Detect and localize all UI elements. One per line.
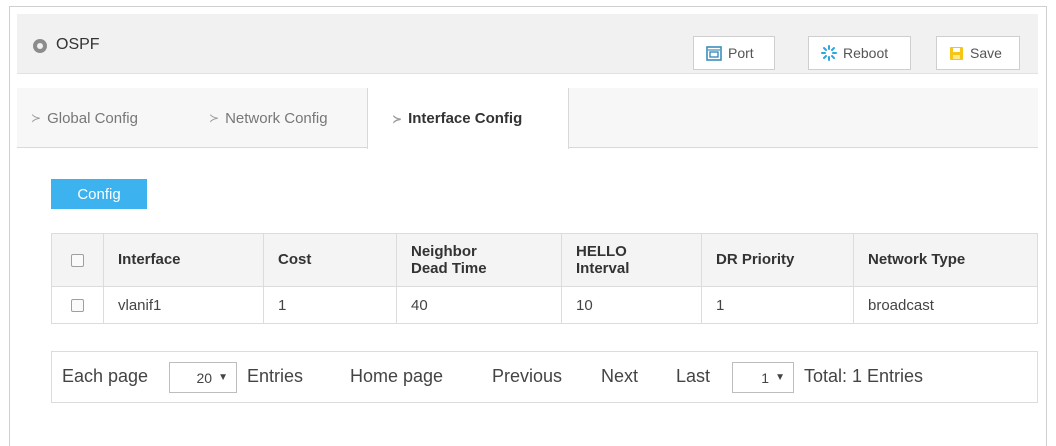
select-all-cell [51,233,104,287]
tab-label: Interface Config [408,110,523,127]
save-button-label: Save [970,45,1002,61]
page-size-select[interactable]: 20 ▼ [169,362,237,393]
dropdown-arrow-icon: ▼ [218,372,228,383]
chevron-right-icon: ≻ [392,111,403,126]
select-all-checkbox[interactable] [71,253,84,267]
total-entries-label: Total: 1 Entries [804,366,924,386]
column-header-network-type: Network Type [853,233,1038,287]
column-header-interface: Interface [103,233,264,287]
cell-dr-priority: 1 [701,286,854,324]
column-header-label: Neighbor Dead Time [411,242,487,277]
cell-cost: 1 [263,286,397,324]
reboot-button[interactable]: Reboot [808,36,911,70]
column-header-label: HELLO Interval [576,242,630,277]
table-header-row: Interface Cost Neighbor Dead Time HELLO … [51,233,1038,287]
column-header-cost: Cost [263,233,397,287]
row-select-cell [51,286,104,324]
page-number-value: 1 [761,369,770,386]
page-number-select[interactable]: 1 ▼ [732,362,794,393]
cell-interface: vlanif1 [103,286,264,324]
dropdown-arrow-icon: ▼ [775,372,785,383]
save-button[interactable]: Save [936,36,1020,70]
reboot-icon [821,45,837,61]
entries-label: Entries [247,366,304,386]
last-link[interactable]: Last [676,366,710,387]
title-bar: OSPF Port Reboot Save [17,14,1038,74]
interface-table: Interface Cost Neighbor Dead Time HELLO … [51,233,1038,324]
home-page-link[interactable]: Home page [350,366,443,387]
config-button[interactable]: Config [51,179,147,209]
row-checkbox[interactable] [71,299,84,313]
main-panel: OSPF Port Reboot Save ≻ Global Config ≻ … [9,6,1047,446]
tab-bar: ≻ Global Config ≻ Network Config ≻ Inter… [17,88,1038,149]
cell-network-type: broadcast [853,286,1038,324]
pagination-bar: Each page 20 ▼ Entries Home page Previou… [51,351,1038,403]
tab-label: Global Config [47,109,138,127]
port-button-label: Port [728,45,754,61]
cell-hello-interval: 10 [561,286,702,324]
previous-link[interactable]: Previous [492,366,562,387]
each-page-label: Each page [62,366,149,386]
column-header-dead-time: Neighbor Dead Time [396,233,562,287]
cell-dead-time: 40 [396,286,562,324]
chevron-right-icon: ≻ [209,111,220,125]
table-row[interactable]: vlanif1 1 40 10 1 broadcast [51,286,1038,324]
save-icon [950,46,963,60]
reboot-button-label: Reboot [843,45,889,61]
tab-label: Network Config [225,109,328,127]
page-title: OSPF [56,36,100,53]
port-button[interactable]: Port [693,36,775,70]
chevron-right-icon: ≻ [31,111,42,125]
next-link[interactable]: Next [601,366,638,387]
tab-network-config[interactable]: ≻ Network Config [209,88,328,148]
tab-interface-config[interactable]: ≻ Interface Config [367,88,569,149]
page-size-value: 20 [196,369,213,386]
column-header-dr-priority: DR Priority [701,233,854,287]
port-icon [706,45,722,61]
status-dot-icon [33,39,47,53]
tab-global-config[interactable]: ≻ Global Config [31,88,138,148]
column-header-hello-interval: HELLO Interval [561,233,702,287]
